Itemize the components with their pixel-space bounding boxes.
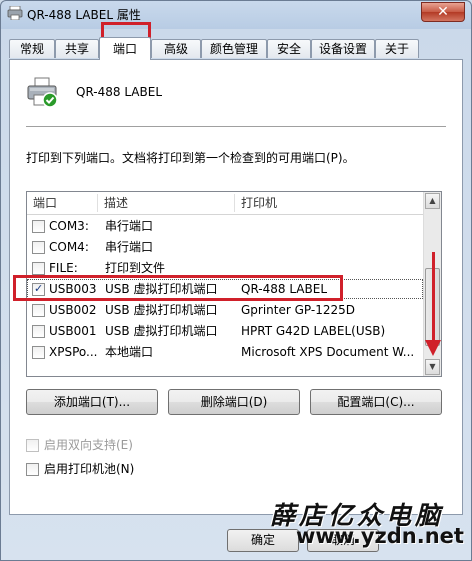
- column-port[interactable]: 端口: [27, 192, 97, 214]
- port-name: COM4:: [49, 240, 89, 254]
- watermark-url: www.yzdn.net: [296, 524, 464, 548]
- port-row-usb001[interactable]: USB001 USB 虚拟打印机端口 HPRT G42D LABEL(USB): [27, 321, 423, 341]
- port-description: USB 虚拟打印机端口: [105, 324, 218, 338]
- port-printer: QR-488 LABEL: [241, 282, 328, 296]
- port-name: XPSPo...: [49, 345, 98, 359]
- port-row-usb002[interactable]: USB002 USB 虚拟打印机端口 Gprinter GP-1225D: [27, 300, 423, 320]
- port-row-file[interactable]: FILE: 打印到文件: [27, 258, 423, 278]
- column-description[interactable]: 描述: [98, 192, 234, 214]
- port-checkbox[interactable]: [32, 220, 45, 233]
- instruction-text: 打印到下列端口。文档将打印到第一个检查到的可用端口(P)。: [26, 151, 355, 165]
- port-row-usb003[interactable]: USB003 USB 虚拟打印机端口 QR-488 LABEL: [27, 279, 423, 299]
- port-printer: Gprinter GP-1225D: [241, 303, 356, 317]
- port-checkbox[interactable]: [32, 346, 45, 359]
- tab-about[interactable]: 关于: [375, 39, 419, 58]
- port-description: 本地端口: [105, 345, 154, 359]
- port-list-header: 端口 描述 打印机: [27, 192, 423, 215]
- port-description: 串行端口: [105, 219, 154, 233]
- port-name: USB003: [49, 282, 97, 296]
- properties-window: QR-488 LABEL 属性 ✕ 常规 共享 端口 高级 颜色管理 安全 设备…: [0, 0, 472, 561]
- tab-sharing[interactable]: 共享: [55, 39, 99, 58]
- scroll-up-button[interactable]: ▲: [425, 193, 440, 209]
- port-description: USB 虚拟打印机端口: [105, 282, 218, 296]
- port-description: USB 虚拟打印机端口: [105, 303, 218, 317]
- port-row-com3[interactable]: COM3: 串行端口: [27, 216, 423, 236]
- add-port-button[interactable]: 添加端口(T)...: [26, 389, 158, 415]
- port-checkbox[interactable]: [32, 304, 45, 317]
- configure-port-button[interactable]: 配置端口(C)...: [310, 389, 442, 415]
- tab-color-management[interactable]: 颜色管理: [201, 39, 267, 58]
- port-checkbox[interactable]: [32, 262, 45, 275]
- port-description: 串行端口: [105, 240, 154, 254]
- tab-security[interactable]: 安全: [267, 39, 311, 58]
- port-printer: Microsoft XPS Document W...: [241, 345, 415, 359]
- ok-button[interactable]: 确定: [227, 529, 299, 552]
- annotation-arrow-down-icon: [425, 340, 441, 356]
- bidirectional-label: 启用双向支持(E): [44, 438, 133, 452]
- port-description: 打印到文件: [105, 261, 166, 275]
- port-name: FILE:: [49, 261, 78, 275]
- port-list[interactable]: 端口 描述 打印机 COM3: 串行端口 COM4: 串行端口 FILE: 打印…: [26, 191, 442, 377]
- port-name: USB002: [49, 303, 97, 317]
- printer-name: QR-488 LABEL: [76, 85, 163, 99]
- port-checkbox-checked[interactable]: [32, 279, 45, 299]
- delete-port-button[interactable]: 删除端口(D): [168, 389, 300, 415]
- bidirectional-checkbox: [26, 439, 39, 452]
- close-button[interactable]: ✕: [421, 2, 465, 22]
- port-printer: HPRT G42D LABEL(USB): [241, 324, 386, 338]
- title-bar: QR-488 LABEL 属性 ✕: [1, 1, 471, 27]
- annotation-arrow-line: [432, 252, 435, 344]
- pooling-label: 启用打印机池(N): [44, 462, 135, 476]
- column-printer[interactable]: 打印机: [235, 192, 421, 214]
- tab-advanced[interactable]: 高级: [151, 39, 201, 58]
- tab-bar: 常规 共享 端口 高级 颜色管理 安全 设备设置 关于: [9, 37, 461, 60]
- port-row-xpsport[interactable]: XPSPo... 本地端口 Microsoft XPS Document W..…: [27, 342, 423, 362]
- tab-general[interactable]: 常规: [9, 39, 55, 58]
- divider: [26, 126, 446, 127]
- close-icon: ✕: [437, 4, 449, 20]
- port-checkbox[interactable]: [32, 325, 45, 338]
- port-row-com4[interactable]: COM4: 串行端口: [27, 237, 423, 257]
- printer-icon: [27, 77, 58, 108]
- tab-device-settings[interactable]: 设备设置: [311, 39, 375, 58]
- pooling-checkbox[interactable]: [26, 463, 39, 476]
- window-title: QR-488 LABEL 属性: [27, 8, 141, 22]
- scroll-down-button[interactable]: ▼: [425, 359, 440, 375]
- ports-panel: QR-488 LABEL 打印到下列端口。文档将打印到第一个检查到的可用端口(P…: [9, 59, 463, 515]
- printer-small-icon: [7, 6, 23, 20]
- port-checkbox[interactable]: [32, 241, 45, 254]
- port-name: COM3:: [49, 219, 89, 233]
- port-name: USB001: [49, 324, 97, 338]
- tab-ports[interactable]: 端口: [99, 37, 151, 60]
